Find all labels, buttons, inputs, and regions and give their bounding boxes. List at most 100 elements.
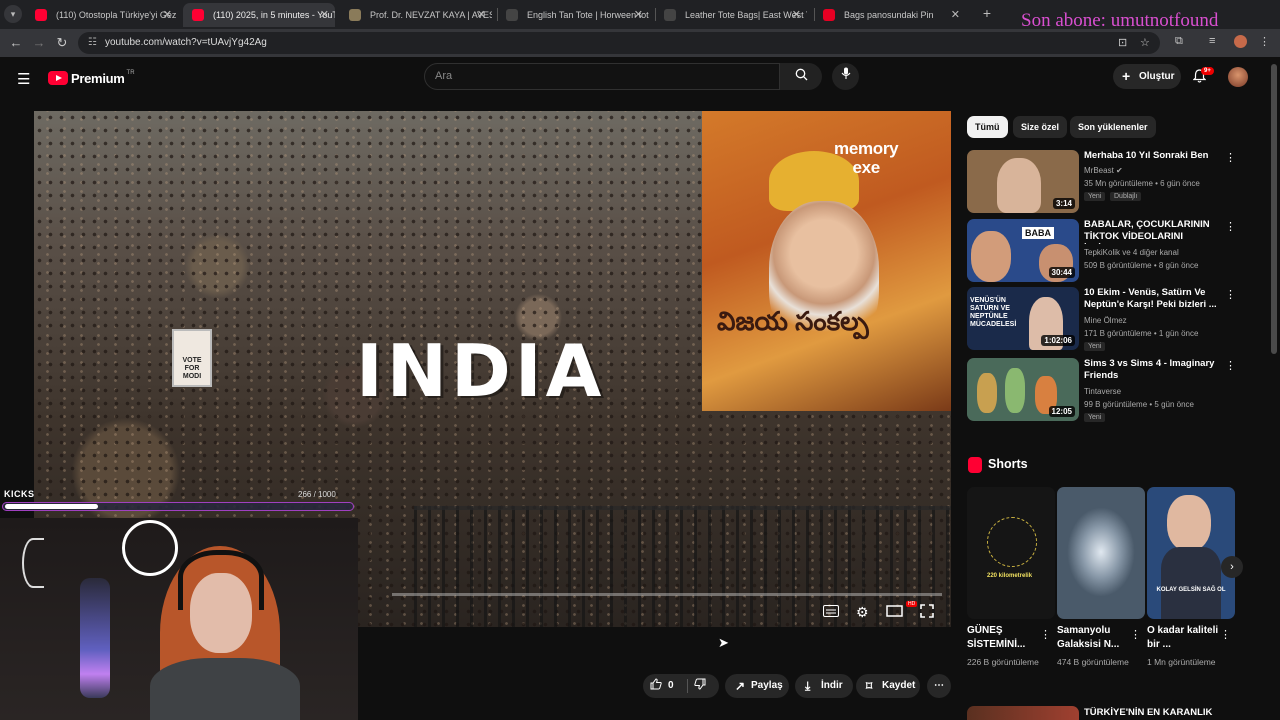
tab-search-button[interactable]: ▾	[4, 5, 22, 23]
bookmark-star-icon[interactable]: ☆	[1140, 36, 1150, 49]
more-vert-icon[interactable]: ⋮	[1225, 359, 1236, 372]
video-meta: 99 B görüntüleme • 5 gün önce	[1084, 400, 1194, 409]
extensions-icon[interactable]: ⧉	[1175, 35, 1183, 48]
close-tab-icon[interactable]: ✕	[792, 3, 801, 27]
video-meta: 35 Mn görüntüleme • 6 gün önce	[1084, 179, 1200, 188]
new-tab-button[interactable]: +	[979, 5, 995, 21]
recommendation-item[interactable]: 3:14 Merhaba 10 Yıl Sonraki Ben MrBeast …	[967, 150, 1237, 214]
address-bar[interactable]: ☷ youtube.com/watch?v=tUAvjYg42Ag ⊡ ☆	[78, 32, 1160, 54]
close-tab-icon[interactable]: ✕	[320, 3, 329, 27]
chip-recently-uploaded[interactable]: Son yüklenenler	[1070, 116, 1156, 138]
site-info-icon[interactable]: ☷	[88, 37, 97, 48]
browser-tab-5[interactable]: Bags panosundaki Pin ✕	[814, 3, 966, 27]
short-title[interactable]: Samanyolu Galaksisi N...	[1057, 624, 1131, 652]
video-thumbnail[interactable]: BABA 30:44	[967, 219, 1079, 282]
tab-title: (110) 2025, in 5 minutes - YouT	[213, 10, 335, 20]
video-title[interactable]: Merhaba 10 Yıl Sonraki Ben	[1084, 150, 1219, 162]
microphone-decoration	[80, 578, 110, 698]
shorts-next-button[interactable]: ›	[1221, 556, 1243, 578]
browser-menu-icon[interactable]: ⋮	[1259, 35, 1270, 48]
channel-name[interactable]: TepkiKolik ve 4 diğer kanal	[1084, 248, 1179, 257]
browser-tab-1[interactable]: (110) 2025, in 5 minutes - YouT ✕	[183, 3, 335, 27]
video-thumbnail[interactable]: VENÜS'ÜN SATÜRN VE NEPTÜNLE MÜCADELESİ 1…	[967, 287, 1079, 350]
download-button[interactable]: ⤓ İndir	[795, 674, 853, 698]
chip-all[interactable]: Tümü	[967, 116, 1008, 138]
more-vert-icon[interactable]: ⋮	[1225, 151, 1236, 164]
streamer-body	[150, 658, 300, 720]
theater-mode-icon[interactable]	[886, 604, 903, 620]
video-thumbnail[interactable]: 12:05	[967, 358, 1079, 421]
short-thumbnail[interactable]	[1057, 487, 1145, 619]
recommendation-item[interactable]: BABA 30:44 BABALAR, ÇOCUKLARININ TİKTOK …	[967, 219, 1237, 283]
browser-tab-4[interactable]: Leather Tote Bags| East West T ✕	[655, 3, 807, 27]
duration-badge: 1:02:06	[1041, 335, 1075, 346]
microphone-icon	[841, 67, 850, 79]
more-vert-icon[interactable]: ⋮	[1225, 220, 1236, 233]
page-scrollbar[interactable]	[1271, 60, 1277, 700]
forward-icon[interactable]: →	[31, 35, 47, 51]
channel-name[interactable]: Mine Ölmez	[1084, 316, 1127, 325]
recommendation-item[interactable]: 12:05 Sims 3 vs Sims 4 - Imaginary Frien…	[967, 358, 1237, 422]
hamburger-menu-icon[interactable]: ☰	[17, 70, 30, 88]
video-thumbnail[interactable]: 3:14	[967, 150, 1079, 213]
browser-tab-3[interactable]: English Tan Tote | Horween tote ✕	[497, 3, 649, 27]
search-input[interactable]	[425, 64, 779, 88]
youtube-favicon-icon	[192, 9, 204, 21]
video-thumbnail[interactable]	[967, 706, 1079, 720]
browser-tab-0[interactable]: (110) Otostopla Türkiye'yi Gez ✕	[26, 3, 178, 27]
more-vert-icon[interactable]: ⋮	[1130, 628, 1141, 641]
reload-icon[interactable]: ↻	[54, 35, 70, 51]
close-tab-icon[interactable]: ✕	[951, 3, 960, 27]
fullscreen-icon[interactable]	[920, 604, 934, 621]
channel-name[interactable]: Tintaverse	[1084, 387, 1121, 396]
create-button[interactable]: + Oluştur	[1113, 64, 1181, 89]
short-views: 474 B görüntüleme	[1057, 657, 1129, 667]
install-app-icon[interactable]: ⊡	[1118, 36, 1127, 49]
chip-for-you[interactable]: Size özel	[1013, 116, 1068, 138]
new-badge: Yeni	[1084, 342, 1106, 351]
banner-script-text: విజయ సంకల్ప	[717, 306, 869, 336]
video-title[interactable]: TÜRKİYE'NİN EN KARANLIK	[1084, 707, 1212, 718]
browser-tab-2[interactable]: Prof. Dr. NEVZAT KAYA | AVESİS ✕	[340, 3, 492, 27]
dislike-button[interactable]	[694, 674, 706, 698]
short-thumbnail[interactable]: 220 kilometrelik	[967, 487, 1055, 619]
user-avatar[interactable]	[1228, 67, 1248, 87]
video-title[interactable]: Sims 3 vs Sims 4 - Imaginary Friends	[1084, 358, 1219, 382]
recommendation-item[interactable]: VENÜS'ÜN SATÜRN VE NEPTÜNLE MÜCADELESİ 1…	[967, 287, 1237, 351]
thumb-sim	[977, 373, 997, 413]
video-title[interactable]: BABALAR, ÇOCUKLARININ TİKTOK VİDEOLARINI…	[1084, 219, 1219, 244]
subtitles-icon[interactable]	[823, 604, 839, 620]
short-title[interactable]: GÜNEŞ SİSTEMİNİ...	[967, 624, 1041, 652]
more-vert-icon[interactable]: ⋮	[1040, 628, 1051, 641]
scrollbar-thumb[interactable]	[1271, 64, 1277, 354]
search-button[interactable]	[780, 63, 822, 90]
more-actions-button[interactable]: ⋯	[927, 674, 951, 698]
site-favicon-icon	[506, 9, 518, 21]
like-divider	[687, 679, 688, 693]
search-box	[424, 63, 780, 90]
youtube-favicon-icon	[35, 9, 47, 21]
close-tab-icon[interactable]: ✕	[477, 3, 486, 27]
like-button[interactable]	[650, 674, 662, 698]
back-icon[interactable]: ←	[8, 35, 24, 51]
like-dislike-group: 0	[643, 674, 719, 698]
settings-gear-icon[interactable]: ⚙	[856, 604, 869, 621]
short-title[interactable]: O kadar kaliteli bir ...	[1147, 624, 1221, 652]
youtube-premium-logo[interactable]: Premium TR	[48, 69, 135, 87]
channel-name-text: MrBeast	[1084, 166, 1114, 175]
save-button[interactable]: ⌑ Kaydet	[856, 674, 920, 698]
share-button[interactable]: ↗ Paylaş	[725, 674, 789, 698]
more-vert-icon[interactable]: ⋮	[1225, 288, 1236, 301]
more-vert-icon[interactable]: ⋮	[1220, 628, 1231, 641]
save-label: Kaydet	[882, 680, 916, 691]
voice-search-button[interactable]	[832, 63, 859, 90]
media-control-icon[interactable]: ≡	[1209, 35, 1215, 47]
channel-name[interactable]: MrBeast ✔	[1084, 166, 1123, 175]
video-progress-bar[interactable]	[392, 593, 942, 596]
short-views: 1 Mn görüntüleme	[1147, 657, 1216, 667]
close-tab-icon[interactable]: ✕	[163, 3, 172, 27]
browser-profile-avatar[interactable]	[1234, 35, 1247, 48]
close-tab-icon[interactable]: ✕	[634, 3, 643, 27]
short-thumbnail[interactable]: KOLAY GELSİN SAĞ OL	[1147, 487, 1235, 619]
video-title[interactable]: 10 Ekim - Venüs, Satürn Ve Neptün'e Karş…	[1084, 287, 1219, 311]
